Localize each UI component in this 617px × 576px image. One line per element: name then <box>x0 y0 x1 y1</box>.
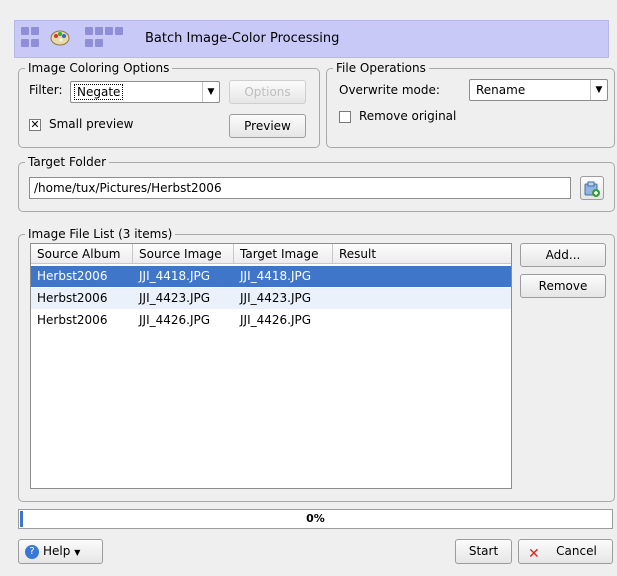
browse-folder-button[interactable] <box>580 176 604 200</box>
column-header[interactable]: Source Image <box>133 244 234 264</box>
group-legend: Image File List (3 items) <box>25 227 176 241</box>
close-icon: ✕ <box>528 546 540 562</box>
table-row[interactable]: Herbst2006 JJI_4426.JPG JJI_4426.JPG <box>31 310 511 331</box>
column-header[interactable]: Target Image <box>234 244 333 264</box>
header-banner: Batch Image-Color Processing <box>14 20 609 58</box>
group-legend: Image Coloring Options <box>25 61 173 75</box>
options-button[interactable]: Options <box>229 80 306 104</box>
app-logo-icon <box>21 27 29 35</box>
chevron-down-icon: ▼ <box>74 548 81 557</box>
chevron-down-icon: ▼ <box>202 82 219 102</box>
chevron-down-icon: ▼ <box>590 80 607 100</box>
add-button[interactable]: Add... <box>520 243 606 267</box>
overwrite-mode-label: Overwrite mode: <box>339 83 440 97</box>
window-title: Batch Image-Color Processing <box>145 31 340 46</box>
small-preview-label: Small preview <box>49 117 134 131</box>
filter-select[interactable]: Negate ▼ <box>70 81 220 103</box>
remove-original-checkbox[interactable] <box>339 111 351 123</box>
start-button[interactable]: Start <box>455 539 512 564</box>
group-legend: Target Folder <box>25 155 110 169</box>
column-header[interactable]: Result <box>333 244 511 264</box>
file-list-table[interactable]: Source Album Source Image Target Image R… <box>30 243 512 489</box>
small-preview-checkbox[interactable]: ✕ <box>29 119 41 131</box>
cancel-button[interactable]: ✕ Cancel <box>518 539 613 564</box>
help-button[interactable]: ? Help ▼ <box>18 539 103 564</box>
preview-button[interactable]: Preview <box>229 114 306 138</box>
filter-label: Filter: <box>29 83 63 97</box>
progress-label: 0% <box>306 512 325 525</box>
table-row[interactable]: Herbst2006 JJI_4423.JPG JJI_4423.JPG <box>31 288 511 309</box>
folder-add-icon <box>584 181 600 197</box>
target-folder-group: Target Folder /home/tux/Pictures/Herbst2… <box>18 155 615 212</box>
color-palette-icon <box>49 26 71 48</box>
group-legend: File Operations <box>333 61 429 75</box>
target-folder-input[interactable]: /home/tux/Pictures/Herbst2006 <box>29 177 571 199</box>
file-operations-group: File Operations Overwrite mode: Rename ▼… <box>326 61 615 148</box>
column-header[interactable]: Source Album <box>31 244 133 264</box>
overwrite-mode-select[interactable]: Rename ▼ <box>469 79 608 101</box>
table-row[interactable]: Herbst2006 JJI_4418.JPG JJI_4418.JPG <box>31 266 511 287</box>
remove-original-label: Remove original <box>359 109 457 123</box>
remove-button[interactable]: Remove <box>520 274 606 298</box>
help-icon: ? <box>25 545 39 559</box>
image-coloring-options-group: Image Coloring Options Filter: Negate ▼ … <box>18 61 320 148</box>
progress-bar: 0% <box>18 509 613 529</box>
